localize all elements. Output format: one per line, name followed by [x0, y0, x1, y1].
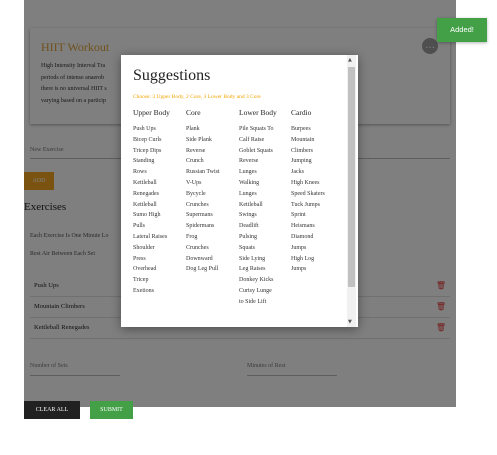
column-items: Burpees Mountain Climbers Jumping Jacks High …: [291, 124, 325, 275]
modal-title: Suggestions: [133, 67, 211, 84]
column-items: Plank Side Plank Reverse Crunch Russian Twis…: [186, 124, 220, 275]
suggestion-item: Crunches: [186, 244, 209, 251]
suggestion-item: Standing: [133, 158, 155, 165]
suggestion-item: V-Ups: [186, 179, 202, 186]
suggestion-item: Curtsy Lunge: [239, 287, 272, 294]
suggestion-item: Side Lying: [239, 255, 266, 262]
suggestion-item: Sprint: [291, 212, 306, 219]
added-toast: Added!: [437, 18, 487, 42]
column-heading: Upper Body: [133, 108, 170, 117]
suggestion-item: Bicep Curls: [133, 136, 162, 143]
suggestion-item: Renegades: [133, 190, 159, 197]
suggestion-item: Squats: [239, 244, 256, 251]
column-cardio: Cardio Burpees Mountain Climbers Jumping Jac…: [291, 108, 325, 275]
suggestion-item: Reverse: [186, 147, 206, 154]
suggestion-item: Mountain: [291, 136, 315, 143]
column-items: Push Ups Bicep Curls Tricep Dips Standing Ro…: [133, 124, 170, 297]
suggestion-item: Goblet Squats: [239, 147, 273, 154]
submit-button[interactable]: SUBMIT: [90, 401, 133, 419]
suggestion-item: Lateral Raises: [133, 233, 168, 240]
column-lower-body: Lower Body Pile Squats To Calf Raise Goble…: [239, 108, 277, 308]
suggestion-item: Tricep: [133, 277, 149, 284]
suggestion-item: Leg Raises: [239, 266, 266, 273]
suggestion-item: Sumo High: [133, 212, 161, 219]
suggestion-item: Spidermans: [186, 223, 215, 230]
suggestion-item: High Knees: [291, 179, 320, 186]
modal-scrollbar[interactable]: ▲ ▼: [347, 55, 356, 327]
column-heading: Lower Body: [239, 108, 277, 117]
suggestion-item: Shoulder: [133, 244, 155, 251]
suggestion-item: Heismans: [291, 223, 315, 230]
suggestion-item: Downward: [186, 255, 213, 262]
suggestion-item: Frog: [186, 233, 198, 240]
suggestion-item: Overhead: [133, 266, 157, 273]
suggestion-item: Climbers: [291, 147, 313, 154]
suggestion-item: Press: [133, 255, 146, 262]
column-heading: Cardio: [291, 108, 312, 117]
suggestion-item: to Side Lift: [239, 298, 267, 305]
suggestion-item: Burpees: [291, 126, 311, 132]
suggestion-item: Calf Raise: [239, 136, 265, 143]
suggestion-item: Reverse: [239, 158, 259, 165]
suggestion-item: Lunges: [239, 190, 257, 197]
suggestion-item: Push Ups: [133, 126, 156, 132]
column-core: Core Plank Side Plank Reverse Crunch Russian…: [186, 108, 220, 275]
arrow-up-icon[interactable]: ▲: [348, 57, 352, 63]
suggestion-item: Speed Skaters: [291, 190, 325, 197]
suggestion-item: Walking: [239, 179, 260, 186]
suggestion-item: Dog Leg Pull: [186, 266, 219, 273]
suggestion-item: Bycycle: [186, 190, 206, 197]
suggestion-item: Deadlift: [239, 223, 259, 230]
suggestion-item: Swings: [239, 212, 257, 219]
suggestion-item: Kettleball: [239, 201, 263, 208]
suggestion-item: Crunches: [186, 201, 209, 208]
suggestion-item: Pulsing: [239, 233, 258, 240]
suggestion-item: Jacks: [291, 169, 304, 176]
suggestions-modal: Suggestions Choose: 3 Upper Body, 2 Core…: [121, 55, 358, 327]
column-items: Pile Squats To Calf Raise Goblet Squats Rev…: [239, 124, 277, 308]
suggestion-item: Diamond: [291, 233, 314, 240]
clear-all-button[interactable]: CLEAR ALL: [24, 401, 80, 419]
suggestion-item: Pulls: [133, 223, 146, 230]
modal-hint: Choose: 3 Upper Body, 2 Core, 3 Lower Bo…: [133, 94, 261, 100]
column-upper-body: Upper Body Push Ups Bicep Curls Tricep Dip…: [133, 108, 170, 297]
suggestion-item: Jumps: [291, 266, 307, 273]
arrow-down-icon[interactable]: ▼: [348, 319, 352, 325]
suggestion-item: Pile Squats To: [239, 126, 274, 132]
suggestion-item: Kettleball: [133, 201, 157, 208]
suggestion-item: Crunch: [186, 158, 204, 165]
suggestion-item: High Log: [291, 255, 315, 262]
suggestion-item: Plank: [186, 126, 200, 132]
suggestion-item: Rows: [133, 169, 147, 176]
scroll-thumb[interactable]: [348, 67, 355, 287]
suggestion-item: Jumps: [291, 244, 307, 251]
suggestion-item: Russian Twist: [186, 169, 220, 176]
suggestion-item: Lunges: [239, 169, 257, 176]
suggestion-item: Kettleball: [133, 179, 157, 186]
suggestion-item: Tricep Dips: [133, 147, 162, 154]
suggestion-item: Jumping: [291, 158, 312, 165]
column-heading: Core: [186, 108, 201, 117]
suggestion-item: Side Plank: [186, 136, 212, 143]
suggestion-item: Donkey Kicks: [239, 277, 274, 284]
suggestion-item: Tuck Jumps: [291, 201, 320, 208]
suggestion-item: Exetions: [133, 287, 154, 294]
suggestion-item: Supermans: [186, 212, 213, 219]
